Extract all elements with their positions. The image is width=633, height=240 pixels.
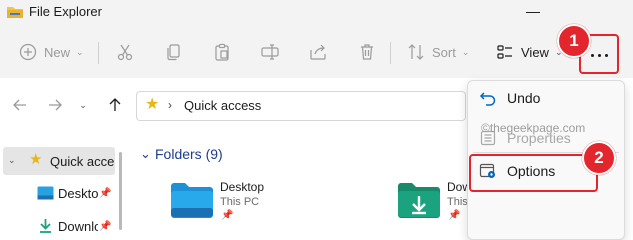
watermark: ©thegeekpage.com xyxy=(481,121,586,135)
step-2-badge: 2 xyxy=(582,141,616,175)
cut-icon[interactable] xyxy=(115,42,135,62)
chevron-down-icon: ⌄ xyxy=(76,46,84,57)
downloads-folder-icon xyxy=(398,183,440,218)
star-icon: ★ xyxy=(29,151,43,168)
sort-icon xyxy=(408,44,424,60)
toolbar-divider xyxy=(98,42,99,64)
arrow-left-icon xyxy=(13,99,26,111)
chevron-down-icon: ⌄ xyxy=(79,99,87,110)
more-dot xyxy=(605,54,608,57)
minimize-button[interactable] xyxy=(520,0,550,24)
step-1-badge: 1 xyxy=(557,24,591,58)
back-button[interactable] xyxy=(9,94,31,116)
title-bar: File Explorer xyxy=(0,0,633,26)
address-path[interactable]: Quick access xyxy=(184,98,261,113)
view-label: View xyxy=(521,44,549,60)
new-label: New xyxy=(44,44,71,60)
nav-scrollbar[interactable] xyxy=(119,152,122,230)
more-dot xyxy=(598,54,601,57)
folder-tile-desktop[interactable] xyxy=(170,182,214,223)
pin-icon: 📌 xyxy=(99,188,112,199)
chevron-down-icon[interactable]: ⌄ xyxy=(140,146,151,162)
sort-label: Sort xyxy=(432,44,456,60)
pin-icon: 📌 xyxy=(99,221,112,232)
desktop-folder-icon xyxy=(171,183,213,218)
undo-icon xyxy=(479,92,496,106)
menu-item-undo[interactable]: Undo xyxy=(478,88,540,108)
nav-item-desktop[interactable]: Desktop xyxy=(58,186,98,201)
downloads-icon xyxy=(40,219,51,233)
chevron-down-icon[interactable]: ⌄ xyxy=(8,155,16,166)
nav-item-quick-access[interactable]: Quick acces xyxy=(50,154,114,169)
menu-item-label: Options xyxy=(507,163,556,179)
sort-button[interactable]: Sort ⌄ xyxy=(406,39,469,65)
paste-icon[interactable] xyxy=(212,42,232,62)
view-button[interactable]: View ⌄ xyxy=(495,39,563,65)
nav-item-downloads[interactable]: Downlo xyxy=(58,219,98,234)
pin-icon: 📌 xyxy=(448,210,461,221)
chevron-right-icon: › xyxy=(168,98,172,112)
arrow-up-icon xyxy=(109,98,121,111)
new-button[interactable]: New ⌄ xyxy=(18,39,84,65)
folder-name[interactable]: Desktop xyxy=(220,180,264,194)
plus-circle-icon xyxy=(19,43,37,61)
more-dot xyxy=(591,54,594,57)
pin-icon: 📌 xyxy=(221,210,234,221)
folder-tile-downloads[interactable] xyxy=(397,182,441,223)
chevron-down-icon: ⌄ xyxy=(461,46,470,57)
arrow-right-icon xyxy=(49,99,62,111)
options-icon xyxy=(479,163,495,178)
folders-section-title[interactable]: Folders (9) xyxy=(155,146,223,162)
toolbar-divider xyxy=(390,42,391,64)
share-icon[interactable] xyxy=(308,42,328,62)
copy-icon[interactable] xyxy=(164,42,184,62)
window-title: File Explorer xyxy=(29,4,102,19)
delete-icon[interactable] xyxy=(357,42,377,62)
up-button[interactable] xyxy=(104,94,126,116)
view-icon xyxy=(497,45,512,59)
menu-item-label: Undo xyxy=(507,90,541,106)
desktop-icon xyxy=(37,186,54,200)
forward-button[interactable] xyxy=(44,94,66,116)
star-icon: ★ xyxy=(145,96,160,113)
file-explorer-icon xyxy=(7,7,23,18)
folder-location: This PC xyxy=(220,196,260,208)
rename-icon[interactable] xyxy=(260,42,280,62)
menu-item-options[interactable]: Options xyxy=(478,161,555,181)
recent-locations-button[interactable]: ⌄ xyxy=(72,94,94,116)
command-bar: New ⌄ Sort ⌄ View ⌄ xyxy=(0,26,633,78)
